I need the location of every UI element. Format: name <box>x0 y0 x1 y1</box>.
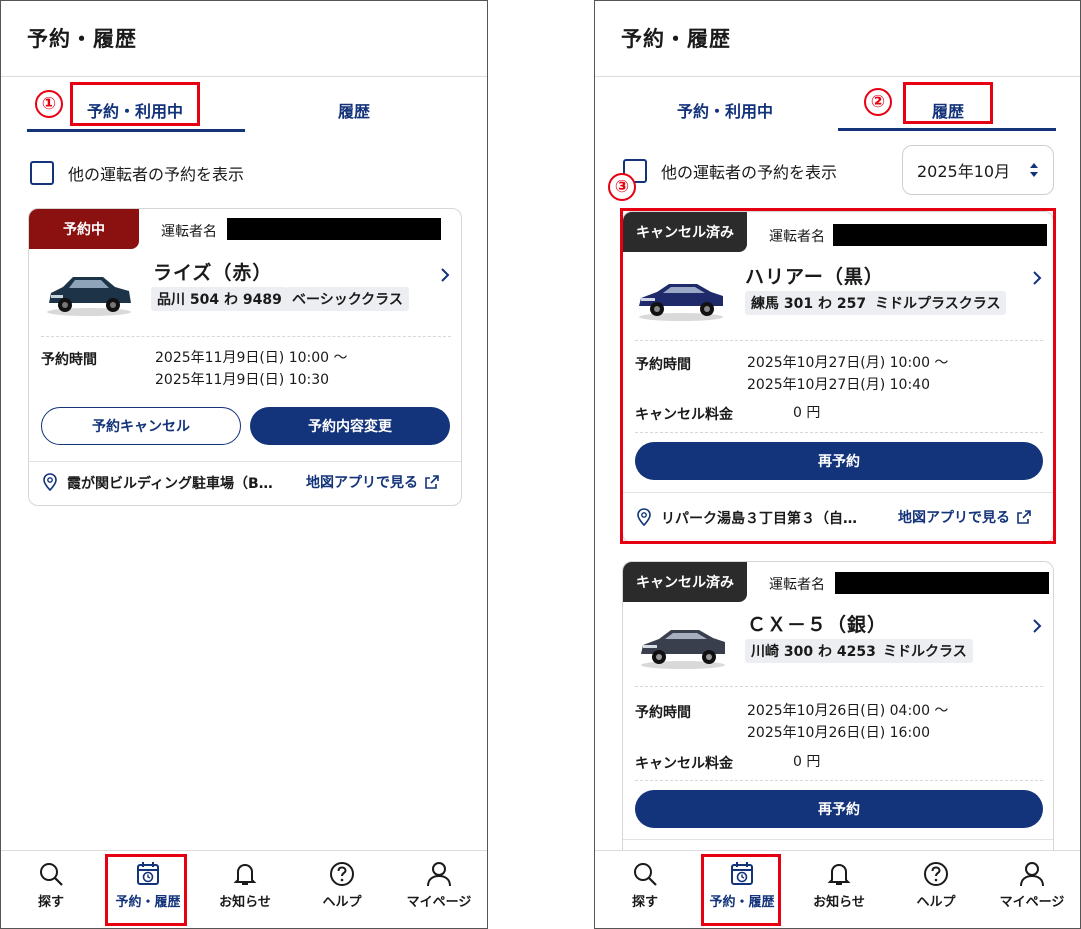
cancel-fee-label: キャンセル料金 <box>635 756 733 772</box>
app-header: 予約・履歴 <box>1 1 487 77</box>
bottom-navigation: 探す 予約・履歴 お知らせ ヘルプ マイページ <box>595 850 1080 928</box>
step-number-2: ② <box>864 88 892 116</box>
divider <box>41 336 451 337</box>
nav-mypage[interactable]: マイページ <box>389 851 487 928</box>
page-title: 予約・履歴 <box>621 27 731 51</box>
nav-help-label: ヘルプ <box>916 895 956 910</box>
reservation-time-end: 2025年10月26日(日) 16:00 <box>747 725 930 741</box>
page-title: 予約・履歴 <box>27 27 137 51</box>
vehicle-class: ベーシッククラス <box>286 287 409 311</box>
reservation-time-start: 2025年11月9日(日) 10:00 ～ <box>155 350 348 366</box>
tab-reserved[interactable]: 予約・利用中 <box>663 89 787 131</box>
nav-search-label: 探す <box>631 895 658 910</box>
rebook-button[interactable]: 再予約 <box>635 790 1043 828</box>
divider <box>623 839 1053 840</box>
other-drivers-filter[interactable]: 他の運転者の予約を表示 <box>30 158 244 188</box>
highlight-box-reservations-nav <box>701 854 781 926</box>
chevron-right-icon[interactable] <box>1032 618 1042 634</box>
driver-name-redacted <box>835 572 1049 594</box>
location-pin-icon <box>43 473 57 491</box>
highlight-box-history-card <box>620 208 1056 544</box>
other-drivers-label: 他の運転者の予約を表示 <box>68 165 245 184</box>
divider <box>635 780 1043 781</box>
month-select-value: 2025年10月 <box>917 162 1011 181</box>
sort-arrows-icon <box>1030 163 1038 177</box>
vehicle-class: ミドルクラス <box>877 639 973 663</box>
license-plate: 品川 504 わ 9489 <box>151 287 288 311</box>
nav-notifications-label: お知らせ <box>219 895 271 910</box>
license-plate: 川崎 300 わ 4253 <box>745 639 882 663</box>
cancel-reservation-button[interactable]: 予約キャンセル <box>41 407 241 445</box>
search-icon <box>634 863 657 886</box>
other-drivers-checkbox[interactable] <box>30 161 54 185</box>
tab-history[interactable]: 履歴 <box>301 89 407 131</box>
nav-search[interactable]: 探す <box>595 851 695 928</box>
car-image <box>641 630 725 669</box>
car-name: ライズ（赤） <box>153 262 273 284</box>
car-image <box>47 277 131 316</box>
step-number-1: ① <box>35 90 63 118</box>
reservation-time-label: 予約時間 <box>41 352 97 368</box>
chevron-right-icon[interactable] <box>440 267 450 283</box>
nav-help[interactable]: ヘルプ <box>889 851 983 928</box>
divider <box>29 461 461 462</box>
other-drivers-filter[interactable]: 他の運転者の予約を表示 <box>623 156 837 186</box>
reservation-time-end: 2025年11月9日(日) 10:30 <box>155 372 330 388</box>
active-tab-indicator <box>838 128 1056 131</box>
driver-name-label: 運転者名 <box>769 577 825 593</box>
bell-icon <box>233 863 257 885</box>
month-select[interactable]: 2025年10月 <box>902 145 1054 195</box>
reservation-time-start: 2025年10月26日(日) 04:00 ～ <box>747 703 949 719</box>
change-reservation-button[interactable]: 予約内容変更 <box>250 407 450 445</box>
history-card: キャンセル済み 運転者名 ＣＸ－５（銀） 川崎 300 わ 4253 ミドルクラ… <box>622 561 1054 861</box>
divider <box>635 686 1043 687</box>
highlight-box-reserved-tab <box>70 82 200 126</box>
nav-search-label: 探す <box>37 895 64 910</box>
app-header: 予約・履歴 <box>595 1 1080 77</box>
bell-icon <box>827 863 851 885</box>
search-icon <box>40 863 63 886</box>
nav-mypage-label: マイページ <box>406 895 472 910</box>
nav-search[interactable]: 探す <box>1 851 101 928</box>
nav-notifications[interactable]: お知らせ <box>195 851 295 928</box>
highlight-box-history-tab <box>903 82 993 124</box>
open-map-link-label: 地図アプリで見る <box>306 475 418 491</box>
cancel-fee-value: 0 円 <box>793 754 821 770</box>
step-number-3: ③ <box>608 173 636 201</box>
user-icon <box>427 862 451 887</box>
highlight-box-reservations-nav <box>105 854 187 926</box>
status-badge: 予約中 <box>29 209 139 249</box>
right-screen: 予約・履歴 予約・利用中 履歴 ② 他の運転者の予約を表示 2025年10月 ③… <box>594 0 1081 929</box>
other-drivers-label: 他の運転者の予約を表示 <box>661 163 838 182</box>
reservation-card: 予約中 運転者名 ライズ（赤） 品川 504 わ 9489 ベーシッククラス 予… <box>28 208 462 506</box>
external-link-icon <box>425 475 439 489</box>
active-tab-indicator <box>27 129 245 132</box>
driver-name-redacted <box>227 218 441 240</box>
nav-mypage-label: マイページ <box>999 895 1065 910</box>
help-icon <box>330 862 354 886</box>
status-badge: キャンセル済み <box>623 562 747 602</box>
parking-location: 霞が関ビルディング駐車場（B… <box>67 476 273 492</box>
nav-notifications-label: お知らせ <box>813 895 865 910</box>
user-icon <box>1020 862 1044 887</box>
driver-name-label: 運転者名 <box>161 224 217 240</box>
nav-notifications[interactable]: お知らせ <box>789 851 889 928</box>
help-icon <box>924 862 948 886</box>
left-screen: 予約・履歴 予約・利用中 履歴 ① 他の運転者の予約を表示 予約中 運転者名 ラ… <box>0 0 488 929</box>
reservation-time-label: 予約時間 <box>635 705 691 721</box>
car-name: ＣＸ－５（銀） <box>747 614 888 636</box>
bottom-navigation: 探す 予約・履歴 お知らせ ヘルプ マイページ <box>1 850 487 928</box>
nav-help-label: ヘルプ <box>322 895 362 910</box>
nav-mypage[interactable]: マイページ <box>983 851 1080 928</box>
open-map-link[interactable]: 地図アプリで見る <box>306 472 440 492</box>
nav-help[interactable]: ヘルプ <box>295 851 389 928</box>
